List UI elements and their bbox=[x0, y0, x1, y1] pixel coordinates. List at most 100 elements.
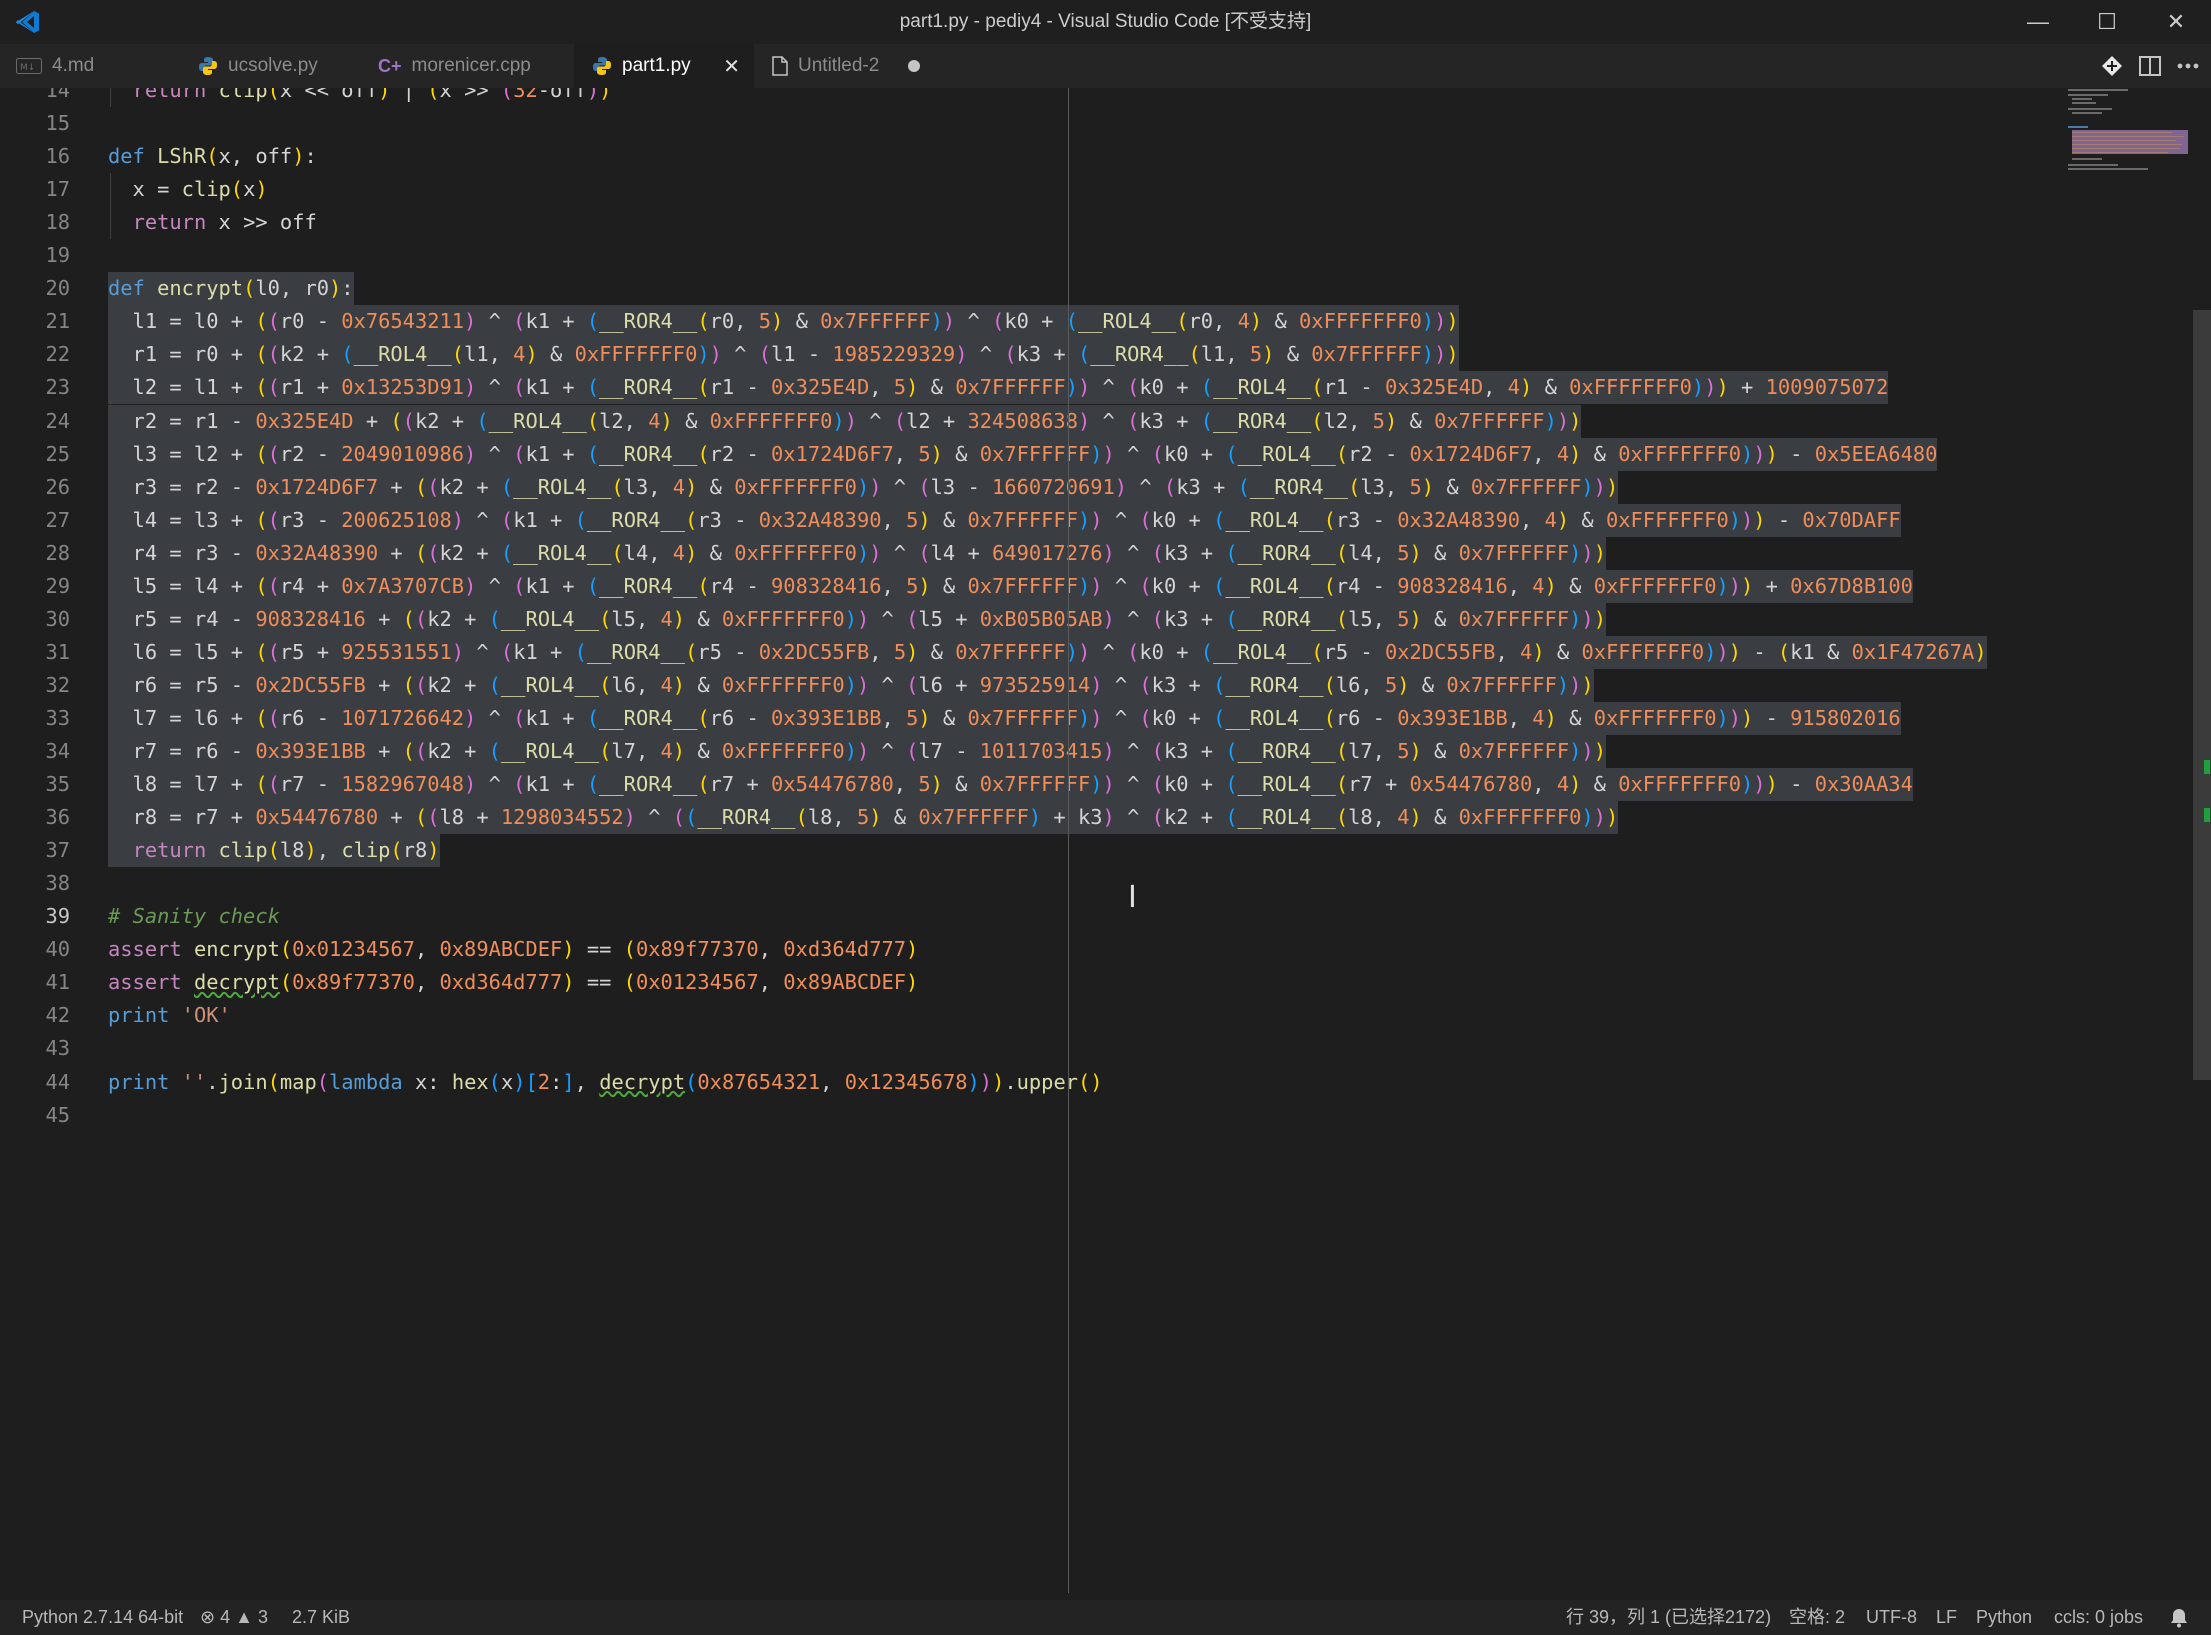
code-line[interactable]: 33 l7 = l6 + ((r6 - 1071726642) ^ (k1 + … bbox=[0, 701, 2211, 735]
code-line[interactable]: 18 return x >> off bbox=[0, 206, 2211, 239]
code-line[interactable]: 27 l4 = l3 + ((r3 - 200625108) ^ (k1 + (… bbox=[0, 503, 2211, 537]
code-line[interactable]: 44 print ''.join(map(lambda x: hex(x)[2:]… bbox=[0, 1066, 2211, 1099]
code-line[interactable]: 45 bbox=[0, 1099, 2211, 1132]
line-number: 36 bbox=[45, 805, 70, 830]
line-number: 30 bbox=[45, 606, 70, 631]
code-text[interactable]: r8 = r7 + 0x54476780 + ((l8 + 1298034552… bbox=[108, 801, 1619, 835]
code-text[interactable]: l3 = l2 + ((r2 - 2049010986) ^ (k1 + (__… bbox=[108, 437, 1938, 471]
code-line[interactable]: 29 l5 = l4 + ((r4 + 0x7A3707CB) ^ (k1 + … bbox=[0, 569, 2211, 603]
problems-indicator[interactable]: ⊗ 4 ▲ 3 bbox=[200, 1600, 268, 1635]
code-line[interactable]: 17 x = clip(x) bbox=[0, 173, 2211, 206]
file-icon bbox=[772, 56, 788, 76]
code-line[interactable]: 15 bbox=[0, 107, 2211, 140]
code-line[interactable]: 43 bbox=[0, 1032, 2211, 1065]
unsaved-dot-icon[interactable] bbox=[908, 60, 920, 72]
code-text[interactable]: l4 = l3 + ((r3 - 200625108) ^ (k1 + (__R… bbox=[108, 503, 1901, 537]
code-text[interactable]: r3 = r2 - 0x1724D6F7 + ((k2 + (__ROL4__(… bbox=[108, 470, 1619, 504]
line-number: 19 bbox=[45, 243, 70, 268]
tab-morenicer-cpp[interactable]: C+ morenicer.cpp bbox=[362, 44, 574, 88]
code-text[interactable]: return x >> off bbox=[108, 206, 317, 239]
code-text[interactable]: r2 = r1 - 0x325E4D + ((k2 + (__ROL4__(l2… bbox=[108, 404, 1582, 438]
ccls-status[interactable]: ccls: 0 jobs bbox=[2054, 1600, 2143, 1635]
minimap[interactable] bbox=[2068, 88, 2194, 178]
line-number: 15 bbox=[45, 111, 70, 136]
line-number: 14 bbox=[45, 88, 70, 102]
code-text[interactable]: r6 = r5 - 0x2DC55FB + ((k2 + (__ROL4__(l… bbox=[108, 668, 1594, 702]
code-line[interactable]: 22 r1 = r0 + ((k2 + (__ROL4__(l1, 4) & 0… bbox=[0, 338, 2211, 372]
code-text[interactable]: def LShR(x, off): bbox=[108, 140, 317, 173]
cursor-position[interactable]: 行 39，列 1 (已选择2172) bbox=[1566, 1600, 1771, 1635]
code-text[interactable]: x = clip(x) bbox=[108, 173, 268, 206]
tab-part1-py[interactable]: part1.py ✕ bbox=[574, 44, 754, 88]
code-line[interactable]: 41 assert decrypt(0x89f77370, 0xd364d777)… bbox=[0, 966, 2211, 999]
close-window-button[interactable]: ✕ bbox=[2142, 0, 2210, 44]
code-text[interactable]: # Sanity check bbox=[108, 900, 280, 933]
source-control-diff-icon[interactable] bbox=[2094, 44, 2130, 88]
tab-4-md[interactable]: M↓ 4.md bbox=[0, 44, 182, 88]
code-text[interactable]: l2 = l1 + ((r1 + 0x13253D91) ^ (k1 + (__… bbox=[108, 371, 1889, 405]
code-text[interactable]: assert encrypt(0x01234567, 0x89ABCDEF) =… bbox=[108, 933, 918, 966]
code-text[interactable]: l6 = l5 + ((r5 + 925531551) ^ (k1 + (__R… bbox=[108, 635, 1987, 669]
code-line[interactable]: 28 r4 = r3 - 0x32A48390 + ((k2 + (__ROL4… bbox=[0, 536, 2211, 570]
code-line[interactable]: 37 return clip(l8), clip(r8) bbox=[0, 834, 2211, 868]
code-line[interactable]: 26 r3 = r2 - 0x1724D6F7 + ((k2 + (__ROL4… bbox=[0, 470, 2211, 504]
code-line[interactable]: 21 l1 = l0 + ((r0 - 0x76543211) ^ (k1 + … bbox=[0, 305, 2211, 339]
python-interpreter[interactable]: Python 2.7.14 64-bit bbox=[22, 1600, 183, 1635]
line-number: 38 bbox=[45, 871, 70, 896]
code-line[interactable]: 19 bbox=[0, 239, 2211, 272]
code-text[interactable]: print ''.join(map(lambda x: hex(x)[2:], … bbox=[108, 1066, 1103, 1099]
code-text[interactable]: r4 = r3 - 0x32A48390 + ((k2 + (__ROL4__(… bbox=[108, 536, 1606, 570]
maximize-button[interactable]: ☐ bbox=[2073, 0, 2141, 44]
cpp-icon: C+ bbox=[378, 55, 402, 76]
error-icon: ⊗ bbox=[200, 1607, 216, 1627]
svg-text:M↓: M↓ bbox=[20, 63, 35, 73]
code-line[interactable]: 35 l8 = l7 + ((r7 - 1582967048) ^ (k1 + … bbox=[0, 768, 2211, 802]
code-line[interactable]: 42 print 'OK' bbox=[0, 999, 2211, 1032]
code-line[interactable]: 32 r6 = r5 - 0x2DC55FB + ((k2 + (__ROL4_… bbox=[0, 668, 2211, 702]
code-line[interactable]: 40 assert encrypt(0x01234567, 0x89ABCDEF)… bbox=[0, 933, 2211, 966]
code-text[interactable]: r1 = r0 + ((k2 + (__ROL4__(l1, 4) & 0xFF… bbox=[108, 338, 1459, 372]
tab-untitled-2[interactable]: Untitled-2 bbox=[754, 44, 938, 88]
code-text[interactable]: r5 = r4 - 908328416 + ((k2 + (__ROL4__(l… bbox=[108, 602, 1606, 636]
indentation[interactable]: 空格: 2 bbox=[1789, 1600, 1845, 1635]
code-line[interactable]: 31 l6 = l5 + ((r5 + 925531551) ^ (k1 + (… bbox=[0, 635, 2211, 669]
split-editor-icon[interactable] bbox=[2132, 44, 2168, 88]
code-line[interactable]: 25 l3 = l2 + ((r2 - 2049010986) ^ (k1 + … bbox=[0, 437, 2211, 471]
minimize-icon: — bbox=[2027, 9, 2049, 34]
tab-label: ucsolve.py bbox=[228, 55, 318, 76]
code-line[interactable]: 30 r5 = r4 - 908328416 + ((k2 + (__ROL4_… bbox=[0, 602, 2211, 636]
code-line[interactable]: 14 return clip(x << off) | (x >> (32-off… bbox=[0, 88, 2211, 107]
code-line[interactable]: 20 def encrypt(l0, r0): bbox=[0, 272, 2211, 306]
indent-guide bbox=[110, 305, 111, 868]
line-number: 40 bbox=[45, 937, 70, 962]
vertical-scrollbar[interactable] bbox=[2193, 310, 2211, 1080]
code-text[interactable]: l8 = l7 + ((r7 - 1582967048) ^ (k1 + (__… bbox=[108, 768, 1913, 802]
code-line[interactable]: 38 bbox=[0, 867, 2211, 900]
code-editor[interactable]: 14 return clip(x << off) | (x >> (32-off… bbox=[0, 88, 2211, 1600]
code-text[interactable]: l1 = l0 + ((r0 - 0x76543211) ^ (k1 + (__… bbox=[108, 305, 1459, 339]
tab-ucsolve-py[interactable]: ucsolve.py bbox=[182, 44, 362, 88]
notification-bell-icon[interactable] bbox=[2170, 1600, 2188, 1635]
tab-close-icon[interactable]: ✕ bbox=[723, 54, 740, 79]
code-line[interactable]: 34 r7 = r6 - 0x393E1BB + ((k2 + (__ROL4_… bbox=[0, 735, 2211, 768]
code-line[interactable]: 16 def LShR(x, off): bbox=[0, 140, 2211, 173]
line-number: 16 bbox=[45, 144, 70, 169]
code-text[interactable]: print 'OK' bbox=[108, 999, 231, 1032]
code-text[interactable]: assert decrypt(0x89f77370, 0xd364d777) =… bbox=[108, 966, 918, 999]
code-line[interactable]: 24 r2 = r1 - 0x325E4D + ((k2 + (__ROL4__… bbox=[0, 404, 2211, 438]
code-line[interactable]: 36 r8 = r7 + 0x54476780 + ((l8 + 1298034… bbox=[0, 801, 2211, 835]
minimize-button[interactable]: — bbox=[2004, 0, 2072, 44]
code-text[interactable]: return clip(x << off) | (x >> (32-off)) bbox=[108, 88, 612, 107]
encoding[interactable]: UTF-8 bbox=[1866, 1600, 1917, 1635]
code-text[interactable]: def encrypt(l0, r0): bbox=[108, 272, 354, 306]
tab-label: part1.py bbox=[622, 55, 691, 76]
more-actions-icon[interactable] bbox=[2170, 44, 2206, 88]
code-text[interactable]: l7 = l6 + ((r6 - 1071726642) ^ (k1 + (__… bbox=[108, 701, 1901, 735]
language-mode[interactable]: Python bbox=[1976, 1600, 2032, 1635]
code-line[interactable]: 23 l2 = l1 + ((r1 + 0x13253D91) ^ (k1 + … bbox=[0, 371, 2211, 405]
code-text[interactable]: return clip(l8), clip(r8) bbox=[108, 834, 440, 868]
code-text[interactable]: r7 = r6 - 0x393E1BB + ((k2 + (__ROL4__(l… bbox=[108, 735, 1606, 768]
code-text[interactable]: l5 = l4 + ((r4 + 0x7A3707CB) ^ (k1 + (__… bbox=[108, 569, 1913, 603]
end-of-line[interactable]: LF bbox=[1936, 1600, 1957, 1635]
code-line[interactable]: 39 # Sanity check bbox=[0, 900, 2211, 933]
